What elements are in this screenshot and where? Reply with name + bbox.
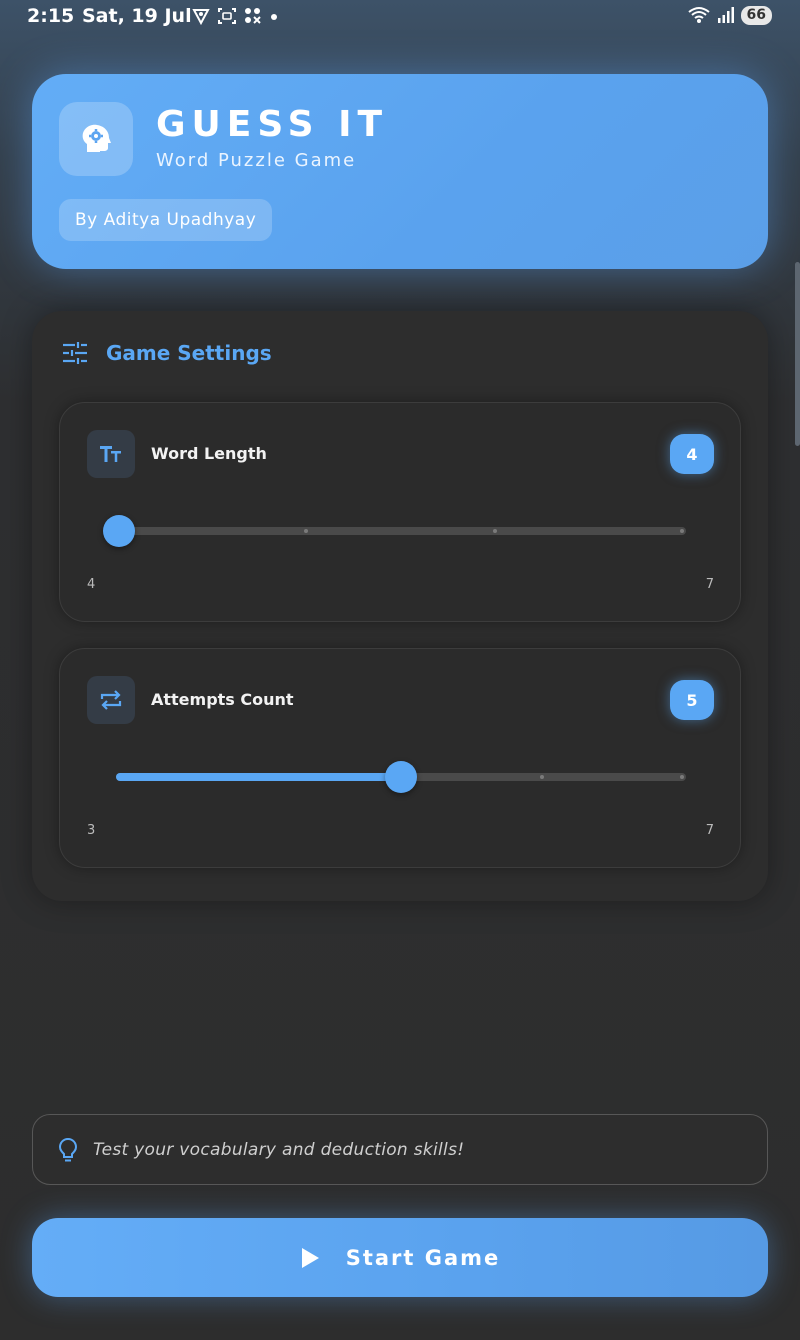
screenshot-icon — [218, 8, 236, 24]
word-length-slider-thumb[interactable] — [103, 515, 135, 547]
attempts-slider[interactable] — [116, 761, 686, 793]
attempts-icon-box — [87, 676, 135, 724]
slider-tick — [540, 775, 544, 779]
status-time: 2:15 — [27, 5, 75, 27]
attempts-count-card: Attempts Count 5 3 7 — [59, 648, 741, 868]
play-icon — [301, 1247, 319, 1268]
slider-tick — [304, 529, 308, 533]
lightbulb-icon — [58, 1137, 78, 1161]
app-subtitle: Word Puzzle Game — [156, 150, 357, 171]
tune-icon — [63, 342, 87, 364]
status-bar: 2:15 Sat, 19 Jul 66 — [0, 0, 800, 34]
app-title: GUESS IT — [156, 104, 389, 145]
start-game-button[interactable]: Start Game — [32, 1218, 768, 1297]
vpn-icon — [192, 9, 210, 26]
settings-title: Game Settings — [106, 341, 272, 365]
attempts-count-label: Attempts Count — [151, 690, 294, 709]
attempts-slider-fill — [116, 773, 401, 781]
word-length-card: Word Length 4 4 7 — [59, 402, 741, 622]
word-length-slider[interactable] — [103, 515, 686, 547]
wifi-icon — [687, 7, 710, 23]
dot-icon — [271, 14, 277, 20]
header-card: GUESS IT Word Puzzle Game By Aditya Upad… — [32, 74, 768, 269]
app-grid-icon — [245, 8, 261, 24]
tip-bar: Test your vocabulary and deduction skill… — [32, 1114, 768, 1185]
notification-icons — [191, 6, 279, 26]
tip-text: Test your vocabulary and deduction skill… — [93, 1139, 465, 1160]
word-length-min: 4 — [87, 577, 96, 592]
status-date: Sat, 19 Jul — [82, 5, 192, 27]
battery-indicator: 66 — [740, 5, 772, 25]
start-game-label: Start Game — [345, 1245, 501, 1270]
word-length-icon-box — [87, 430, 135, 478]
word-length-max: 7 — [705, 577, 714, 592]
app-icon-box — [59, 102, 133, 176]
scrollbar[interactable] — [795, 262, 800, 446]
attempts-min: 3 — [87, 823, 96, 838]
attempts-value-badge: 5 — [670, 680, 714, 720]
system-icons: 66 — [687, 5, 772, 25]
game-settings-panel: Game Settings Word Length 4 4 7 Attempts… — [32, 311, 768, 901]
signal-icon — [717, 7, 734, 23]
slider-tick — [680, 529, 684, 533]
repeat-icon — [100, 690, 122, 710]
author-chip: By Aditya Upadhyay — [59, 199, 273, 241]
attempts-slider-thumb[interactable] — [385, 761, 417, 793]
text-size-icon — [100, 446, 121, 462]
settings-header: Game Settings — [62, 341, 272, 365]
word-length-label: Word Length — [151, 444, 267, 463]
attempts-max: 7 — [705, 823, 714, 838]
slider-tick — [493, 529, 497, 533]
slider-tick — [680, 775, 684, 779]
word-length-value-badge: 4 — [670, 434, 714, 474]
brain-gear-icon — [82, 124, 111, 152]
